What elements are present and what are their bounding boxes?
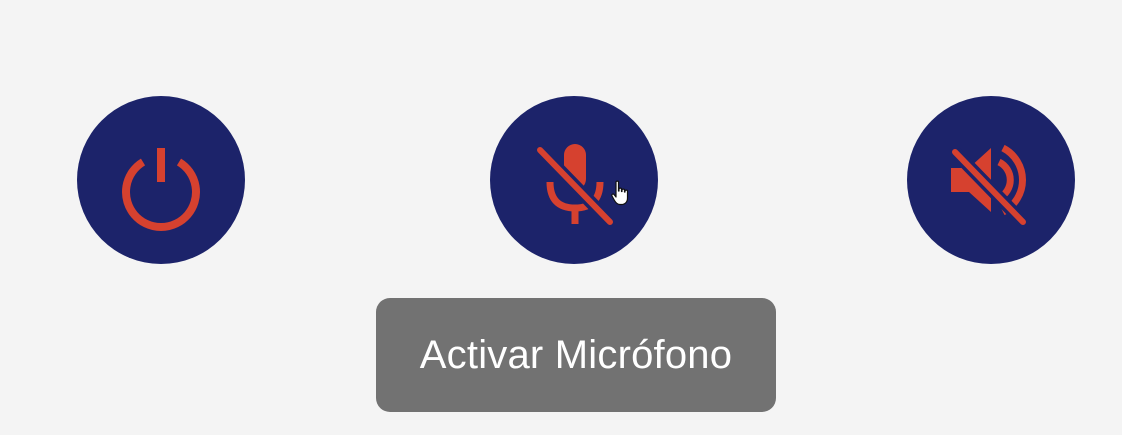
- microphone-tooltip: Activar Micrófono: [376, 298, 776, 412]
- volume-off-icon: [950, 144, 1028, 227]
- mic-off-icon: [535, 144, 615, 227]
- sound-toggle-button[interactable]: [907, 96, 1075, 264]
- control-panel: Activar Micrófono: [0, 0, 1122, 435]
- power-icon: [122, 148, 200, 231]
- power-button[interactable]: [77, 96, 245, 264]
- tooltip-text: Activar Micrófono: [419, 332, 733, 377]
- microphone-toggle-button[interactable]: [490, 96, 658, 264]
